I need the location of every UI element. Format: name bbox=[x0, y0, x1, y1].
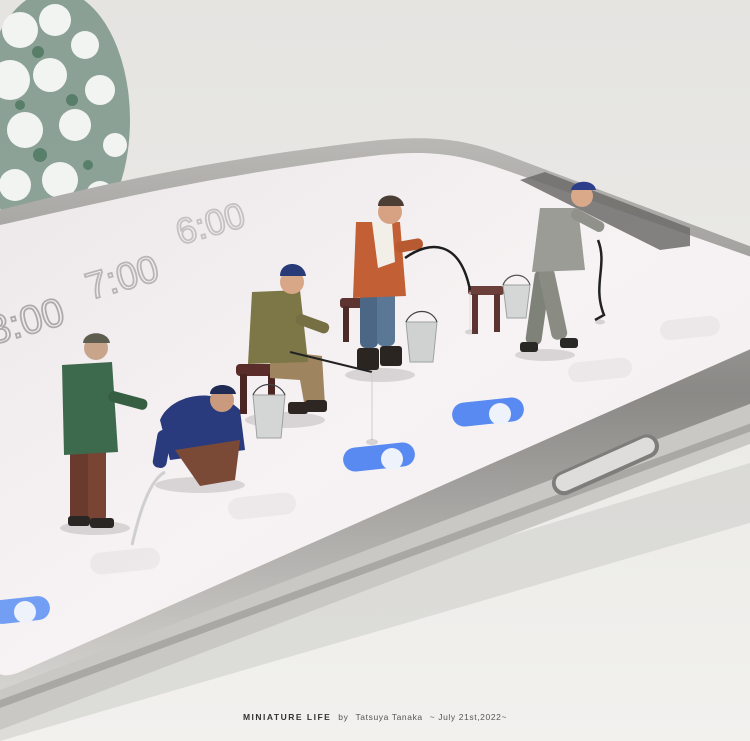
credit-artist: Tatsuya Tanaka bbox=[355, 712, 423, 722]
credit-brand: MINIATURE LIFE bbox=[242, 712, 332, 722]
credit-date: ~ July 21st,2022~ bbox=[429, 712, 508, 722]
photo-scene: 6:00 7:00 8:00 bbox=[0, 0, 750, 741]
credit-by: by bbox=[338, 712, 349, 722]
photo-credit: MINIATURE LIFE by Tatsuya Tanaka ~ July … bbox=[0, 712, 750, 722]
